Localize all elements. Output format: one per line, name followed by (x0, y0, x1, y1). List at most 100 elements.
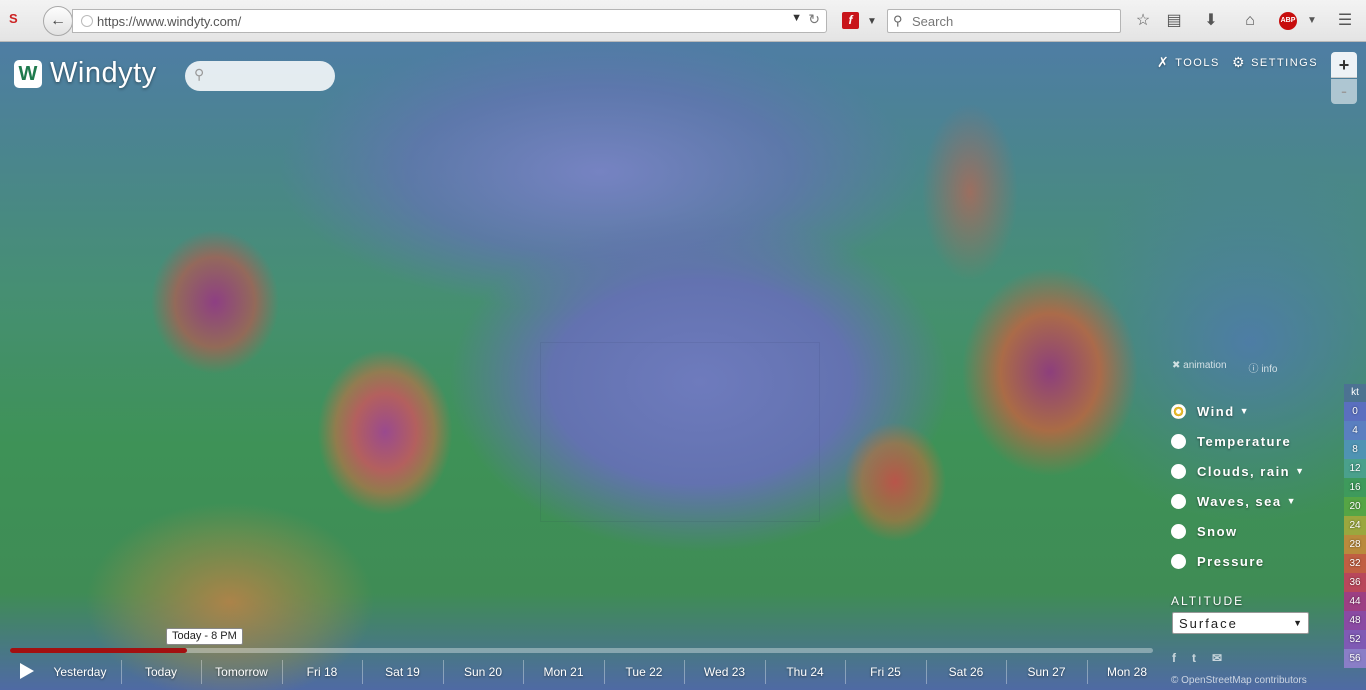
timeline-day[interactable]: Yesterday (40, 660, 120, 684)
legend-cell: 4 (1344, 421, 1366, 440)
legend-cell: 52 (1344, 630, 1366, 649)
url-bar[interactable]: https://www.windyty.com/ ▼ ↻ (72, 9, 827, 33)
overlay-item-4[interactable]: Snow (1171, 516, 1304, 546)
timeline-day[interactable]: Tue 22 (603, 660, 684, 684)
legend-cell: 36 (1344, 573, 1366, 592)
overlay-label: Pressure (1197, 553, 1265, 569)
timeline-day[interactable]: Mon 21 (523, 660, 603, 684)
home-icon[interactable]: ⌂ (1240, 11, 1260, 31)
wrench-icon: ✗ (1157, 54, 1171, 70)
overlay-radio[interactable] (1171, 403, 1186, 419)
overlay-label: Clouds, rain (1197, 463, 1291, 479)
legend-cell: 48 (1344, 611, 1366, 630)
timeline-day[interactable]: Fri 18 (281, 660, 362, 684)
timeline-track[interactable] (10, 648, 1153, 653)
timeline-day[interactable]: Sun 20 (442, 660, 523, 684)
altitude-label: ALTITUDE (1171, 594, 1245, 608)
reading-list-icon[interactable]: ▤ (1164, 11, 1184, 31)
chevron-down-icon[interactable]: ▼ (1240, 406, 1249, 416)
overlay-menu: Wind ▼ Temperature Clouds, rain ▼ Waves, sea ▼… (1171, 396, 1304, 576)
legend-cell: 44 (1344, 592, 1366, 611)
zoom-in-button[interactable]: + (1331, 52, 1357, 78)
search-icon: ⚲ (194, 66, 205, 82)
search-icon: ⚲ (893, 13, 903, 28)
settings-label: SETTINGS (1251, 56, 1319, 69)
chevron-down-icon: ▼ (1293, 618, 1302, 628)
legend-cell: 32 (1344, 554, 1366, 573)
browser-search-input[interactable]: ⚲ Search (887, 9, 1121, 33)
facebook-icon[interactable]: f (1172, 651, 1176, 665)
timeline-day[interactable]: Sun 27 (1006, 660, 1086, 684)
timeline-day[interactable]: Tomorrow (201, 660, 281, 684)
overlay-links: ✖ animation ⓘ info (1172, 360, 1277, 375)
browser-toolbar: S ← https://www.windyty.com/ ▼ ↻ f ▼ ⚲ S… (0, 0, 1366, 42)
windyty-logo[interactable]: W Windyty (14, 57, 157, 90)
chat-icon[interactable]: ✉ (1212, 651, 1222, 665)
overlay-radio[interactable] (1171, 523, 1186, 539)
timeline-day[interactable]: Mon 28 (1086, 660, 1167, 684)
timeline-day[interactable]: Sat 26 (925, 660, 1006, 684)
timeline-days: Yesterday Today Tomorrow Fri 18 Sat 19 Sun 20… (40, 660, 1160, 684)
overlay-label: Snow (1197, 523, 1238, 539)
flash-dropdown-icon[interactable]: ▼ (866, 8, 878, 34)
legend-cell: 16 (1344, 478, 1366, 497)
flash-plugin-icon[interactable]: f (842, 12, 859, 29)
firefox-sync-icon[interactable]: S (9, 11, 31, 31)
bookmark-star-icon[interactable]: ☆ (1133, 11, 1153, 31)
zoom-out-button[interactable]: - (1331, 79, 1357, 104)
overlay-item-1[interactable]: Temperature (1171, 426, 1304, 456)
chevron-down-icon[interactable]: ▼ (1295, 466, 1304, 476)
adblock-icon[interactable]: ABP (1279, 12, 1297, 30)
url-text: https://www.windyty.com/ (97, 14, 242, 29)
legend-unit: kt (1344, 384, 1366, 402)
url-history-dropdown-icon[interactable]: ▼ (791, 12, 802, 24)
logo-text: Windyty (50, 57, 157, 89)
back-button[interactable]: ← (43, 6, 73, 36)
timeline-day[interactable]: Thu 24 (764, 660, 845, 684)
timeline-day[interactable]: Wed 23 (684, 660, 764, 684)
overlay-radio[interactable] (1171, 463, 1186, 479)
overlay-item-2[interactable]: Clouds, rain ▼ (1171, 456, 1304, 486)
timeline-progress[interactable] (10, 648, 188, 653)
timeline-day[interactable]: Fri 25 (845, 660, 925, 684)
downloads-icon[interactable]: ⬇ (1201, 11, 1221, 31)
info-link[interactable]: ⓘ info (1249, 360, 1278, 375)
animation-toggle[interactable]: ✖ animation (1172, 360, 1227, 375)
search-placeholder: Search (912, 14, 954, 29)
menu-icon[interactable]: ☰ (1335, 11, 1355, 31)
overlay-radio[interactable] (1171, 493, 1186, 509)
play-button[interactable] (20, 663, 34, 679)
overlay-label: Wind (1197, 403, 1235, 419)
reload-icon[interactable]: ↻ (808, 11, 820, 28)
timeline-day[interactable]: Today (120, 660, 201, 684)
legend-cell: 28 (1344, 535, 1366, 554)
windyty-logo-icon: W (14, 59, 42, 88)
overlay-item-3[interactable]: Waves, sea ▼ (1171, 486, 1304, 516)
overlay-radio[interactable] (1171, 553, 1186, 569)
legend-cell: 20 (1344, 497, 1366, 516)
twitter-icon[interactable]: t (1192, 651, 1196, 665)
wind-map[interactable] (0, 42, 1366, 690)
legend-cell: 0 (1344, 402, 1366, 421)
legend-cell: 8 (1344, 440, 1366, 459)
altitude-select[interactable]: Surface ▼ (1172, 612, 1309, 634)
overlay-radio[interactable] (1171, 433, 1186, 449)
legend-cell: 12 (1344, 459, 1366, 478)
map-attribution[interactable]: © OpenStreetMap contributors (1171, 675, 1307, 686)
adblock-dropdown-icon[interactable]: ▼ (1302, 11, 1322, 31)
chevron-down-icon[interactable]: ▼ (1287, 496, 1296, 506)
overlay-label: Waves, sea (1197, 493, 1282, 509)
overlay-item-0[interactable]: Wind ▼ (1171, 396, 1304, 426)
location-search-input[interactable]: ⚲ (185, 61, 335, 91)
overlay-label: Temperature (1197, 433, 1292, 449)
wind-speed-legend: kt 0 4 8 12 16 20 24 28 32 36 44 48 52 56 (1344, 384, 1366, 668)
settings-button[interactable]: ⚙ SETTINGS (1232, 54, 1318, 71)
timeline-day[interactable]: Sat 19 (362, 660, 442, 684)
us-states-outline (540, 342, 820, 522)
tools-button[interactable]: ✗ TOOLS (1157, 54, 1220, 71)
overlay-item-5[interactable]: Pressure (1171, 546, 1304, 576)
tools-label: TOOLS (1175, 56, 1220, 69)
gear-icon: ⚙ (1232, 54, 1247, 70)
legend-cell: 56 (1344, 649, 1366, 668)
time-tooltip: Today - 8 PM (166, 628, 243, 645)
